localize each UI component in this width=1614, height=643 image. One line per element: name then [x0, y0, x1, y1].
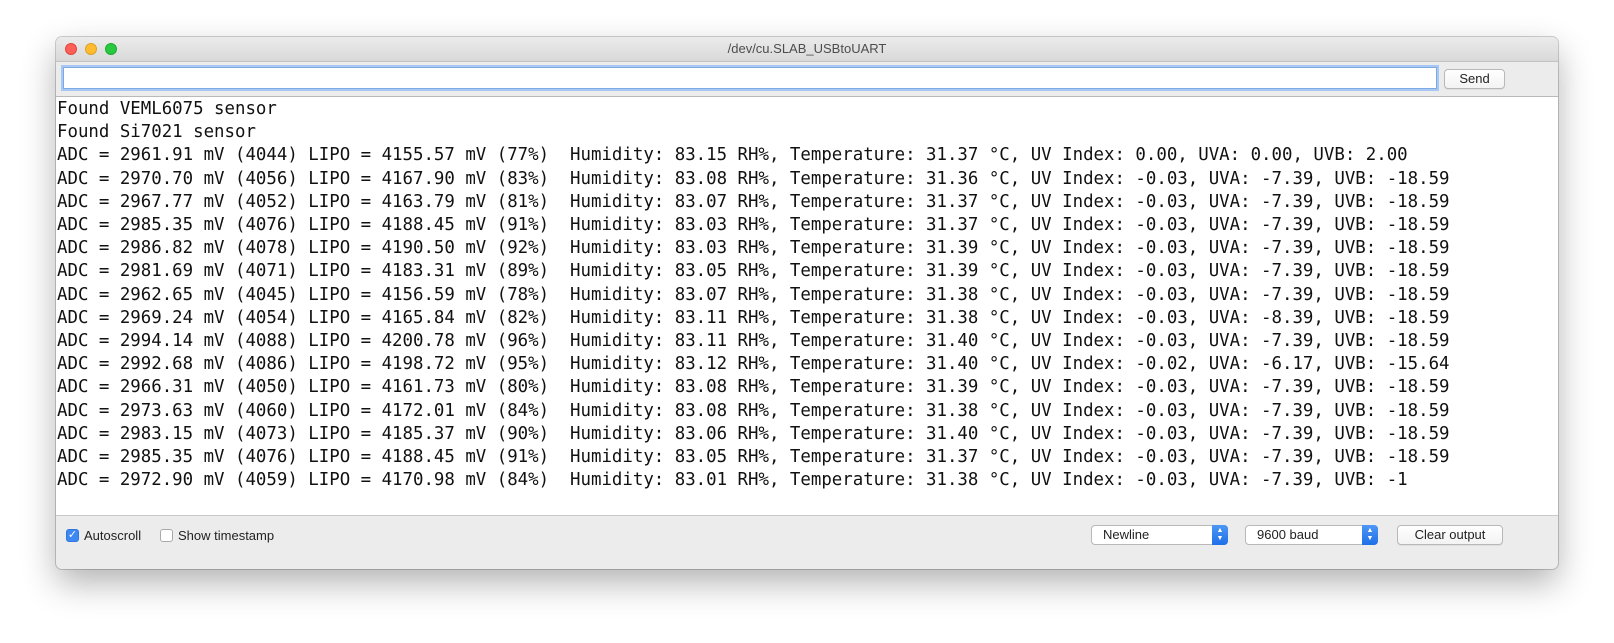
console-line: ADC = 2972.90 mV (4059) LIPO = 4170.98 m… — [57, 470, 1408, 491]
baud-rate-select[interactable]: 9600 baud ▲ ▼ — [1245, 525, 1378, 545]
send-bar: Send — [56, 62, 1558, 97]
console-line: Found VEML6075 sensor — [57, 99, 277, 119]
console-line: Found Si7021 sensor — [57, 122, 256, 143]
console-line: ADC = 2985.35 mV (4076) LIPO = 4188.45 m… — [57, 215, 1450, 236]
title-bar[interactable]: /dev/cu.SLAB_USBtoUART — [56, 37, 1558, 62]
console-line: ADC = 2967.77 mV (4052) LIPO = 4163.79 m… — [57, 191, 1450, 212]
console-line: ADC = 2961.91 mV (4044) LIPO = 4155.57 m… — [57, 145, 1408, 166]
chevron-updown-icon: ▲ ▼ — [1362, 525, 1378, 545]
baud-rate-value: 9600 baud — [1257, 527, 1319, 542]
line-ending-value: Newline — [1103, 527, 1150, 542]
console-line: ADC = 2985.35 mV (4076) LIPO = 4188.45 m… — [57, 447, 1450, 468]
console-line: ADC = 2994.14 mV (4088) LIPO = 4200.78 m… — [57, 331, 1450, 352]
console-line: ADC = 2983.15 mV (4073) LIPO = 4185.37 m… — [57, 423, 1450, 444]
chevron-updown-icon: ▲ ▼ — [1212, 525, 1228, 545]
console-line: ADC = 2970.70 mV (4056) LIPO = 4167.90 m… — [57, 168, 1450, 189]
autoscroll-label[interactable]: Autoscroll — [84, 527, 141, 544]
show-timestamp-checkbox[interactable] — [160, 529, 173, 542]
window-title: /dev/cu.SLAB_USBtoUART — [727, 41, 887, 56]
send-button[interactable]: Send — [1444, 69, 1505, 89]
console-line: ADC = 2966.31 mV (4050) LIPO = 4161.73 m… — [57, 377, 1450, 398]
serial-send-input[interactable] — [63, 67, 1437, 89]
serial-output-console[interactable]: Found VEML6075 sensor Found Si7021 sensor… — [56, 97, 1558, 515]
serial-monitor-window: /dev/cu.SLAB_USBtoUART Send Found VEML60… — [56, 37, 1558, 569]
line-ending-select[interactable]: Newline ▲ ▼ — [1091, 525, 1228, 545]
console-lines: Found VEML6075 sensor Found Si7021 sensor… — [56, 98, 1558, 492]
console-line: ADC = 2981.69 mV (4071) LIPO = 4183.31 m… — [57, 261, 1450, 282]
console-line: ADC = 2992.68 mV (4086) LIPO = 4198.72 m… — [57, 354, 1450, 375]
clear-output-button[interactable]: Clear output — [1397, 525, 1503, 545]
bottom-bar: ✓ Autoscroll Show timestamp Newline ▲ ▼ 9… — [56, 515, 1558, 554]
checkmark-icon: ✓ — [67, 529, 78, 541]
console-line: ADC = 2973.63 mV (4060) LIPO = 4172.01 m… — [57, 400, 1450, 421]
autoscroll-checkbox[interactable]: ✓ — [66, 529, 79, 542]
console-line: ADC = 2986.82 mV (4078) LIPO = 4190.50 m… — [57, 238, 1450, 259]
console-line: ADC = 2962.65 mV (4045) LIPO = 4156.59 m… — [57, 284, 1450, 305]
show-timestamp-label[interactable]: Show timestamp — [178, 527, 274, 544]
console-line: ADC = 2969.24 mV (4054) LIPO = 4165.84 m… — [57, 307, 1450, 328]
